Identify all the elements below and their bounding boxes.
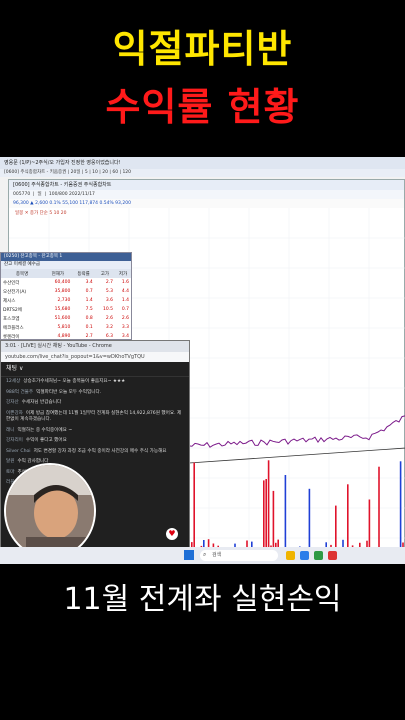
cell: 1.4 (121, 298, 129, 303)
chart-period-tab[interactable]: 일 (37, 192, 41, 197)
chat-message: 이쁜강자 이제 방금 참여했는데 11월 1일부터 전계좌 실현손익 14,922… (1, 409, 189, 426)
price-line (188, 415, 405, 448)
table-row[interactable]: 수산인더 60,400 3.4 2.7 1.6 (1, 278, 131, 287)
cell: 5.3 (105, 289, 113, 294)
chart-controls-extra: 100/800 2022/11/17 (48, 192, 95, 197)
table-row[interactable]: 제시스 2,730 1.4 3.6 1.4 (1, 296, 131, 305)
holdings-panel-tabs[interactable]: 잔고 미체결 예수금 (1, 261, 131, 269)
cell: 4.4 (121, 289, 129, 294)
cell: 3.3 (121, 325, 129, 330)
chat-username[interactable]: Silver Choi (6, 449, 31, 454)
chat-username[interactable]: 강자산 (6, 400, 19, 405)
cell: 3.4 (85, 280, 93, 285)
chat-message: 강자산 수세자님 반갑습니다 (1, 398, 189, 409)
chat-message: 래니 익절하는 중 수익중이에요 ~ (1, 426, 189, 437)
browser-title: 3:01 · [LIVE] 실시간 채팅 - YouTube - Chrome (1, 341, 189, 352)
chat-message: 12세상 상승초가수세처님~ 오늘 종목들이 좋음지요~ ★★★ (1, 377, 189, 388)
cell: 오산전기(A) (3, 289, 27, 295)
chat-text: 수익이 좋다고 했어요 (25, 438, 67, 443)
table-row[interactable]: 오산전기(A) 35,800 0.7 5.3 4.4 (1, 287, 131, 296)
cell: 0.7 (85, 289, 93, 294)
col-header[interactable]: 현재가 (43, 269, 73, 278)
cell: 1.6 (121, 280, 129, 285)
cell: 2.6 (105, 316, 113, 321)
cell: 10.5 (102, 307, 113, 312)
col-header[interactable]: 고가 (94, 269, 115, 278)
col-header[interactable]: 종목명 (1, 269, 44, 278)
chat-message: Silver Choi 저도 변경할 강자 과정 조금 수익 중이라 사전강의 매… (1, 447, 189, 458)
holdings-panel: [0250] 잔고종목 - 잔고종목 1 잔고 미체결 예수금 종목명 현재가 … (0, 252, 132, 340)
cell: 제시스 (3, 298, 16, 304)
moving-average-line (188, 447, 405, 464)
cell: 0.7 (121, 307, 129, 312)
table-row[interactable]: DRTS2에 15,680 7.5 10.5 0.7 (1, 305, 131, 314)
heart-reaction-icon[interactable]: ♥ (166, 528, 178, 540)
cell: 7.5 (85, 307, 93, 312)
cell: 35,800 (54, 289, 71, 294)
windows-start-icon[interactable] (184, 550, 194, 560)
desktop-screen: 영웅문 (1/P)~2주식/오 가입자 진정한 영웅이었습니다! [0600] … (0, 157, 405, 564)
chat-username[interactable]: 토마 (6, 470, 14, 475)
col-header[interactable]: 등락률 (72, 269, 95, 278)
person-image (6, 465, 94, 557)
streamer-webcam (4, 463, 96, 559)
col-header[interactable]: 저가 (115, 269, 131, 278)
chat-text: 익절하는 중 수익중이에요 ~ (17, 427, 73, 433)
cell: 60,400 (54, 280, 71, 285)
cell: 51,600 (54, 316, 71, 321)
taskbar-app-icon[interactable] (314, 551, 323, 560)
chat-username[interactable]: 988억 건물주 (6, 390, 33, 395)
app-window-title: 영웅문 (1/P)~2주식/오 가입자 진정한 영웅이었습니다! (0, 157, 405, 169)
browser-url-bar[interactable]: youtube.com/live_chat?is_popout=1&v=wDKh… (1, 352, 189, 362)
chat-message: 강자리이 수익이 좋다고 했어요 (1, 436, 189, 447)
cell: 0.1 (85, 325, 93, 330)
cell: 2.6 (121, 316, 129, 321)
cell: 15,680 (54, 307, 71, 312)
chat-header[interactable]: 채팅 ∨ (1, 362, 189, 377)
cell: 5,810 (57, 325, 71, 330)
cell: 2,730 (57, 298, 71, 303)
taskbar-app-icon[interactable] (300, 551, 309, 560)
stock-code-input[interactable]: 005770 (13, 192, 30, 197)
chat-text: 상승초가수세처님~ 오늘 종목들이 좋음지요~ ★★★ (23, 379, 126, 384)
chat-text: 이제 방금 참여했는데 11월 1일부터 전계좌 실현손익 14,922,876… (6, 410, 182, 423)
chat-message: 988억 건물주 익절파티반 오늘 모두 수익입니다. (1, 388, 189, 399)
taskbar-app-icon[interactable] (286, 551, 295, 560)
table-row[interactable]: 포스코엠 51,600 0.8 2.6 2.6 (1, 314, 131, 323)
chat-text: 익절파티반 오늘 모두 수익입니다. (36, 389, 102, 395)
chat-username[interactable]: 12세상 (6, 379, 20, 384)
cell: 3.6 (105, 298, 113, 303)
windows-taskbar: 검색 ⌕ (0, 547, 405, 564)
cell: 포스코엠 (3, 316, 20, 322)
overlay-title-line2: 수익률 현황 (105, 85, 300, 129)
chat-username[interactable]: 강자리이 (6, 438, 23, 443)
cell: DRTS2에 (3, 307, 22, 313)
chat-username[interactable]: 래니 (6, 428, 14, 433)
overlay-caption: 11월 전계좌 실현손익 (63, 582, 342, 617)
cell: 3.2 (105, 325, 113, 330)
chart-price-info: 96,300 ▲ 2,600 0.1% 55,100 117,874 0.54%… (9, 199, 404, 208)
holdings-panel-title: [0250] 잔고종목 - 잔고종목 1 (1, 253, 131, 261)
chat-text: 저도 변경할 강자 과정 조금 수익 중이라 사전강의 매수 주식 가능해요 (33, 448, 167, 454)
cell: 1.4 (85, 298, 93, 303)
app-toolbar[interactable]: [0600] 주식종합차트 - 키움증권 | 20일 | 5 | 10 | 20… (0, 169, 405, 177)
chat-username[interactable]: 달원 (6, 459, 14, 464)
chart-window-title: [0600] 주식종합차트 - 키움증권 주식종합차트 (9, 180, 404, 190)
chart-controls: 005770 | 일 | 100/800 2022/11/17 (9, 190, 404, 199)
taskbar-search-input[interactable]: 검색 (200, 550, 278, 561)
cell: 0.8 (85, 316, 93, 321)
table-row[interactable]: 에코플러스 5,810 0.1 3.2 3.3 (1, 323, 131, 332)
cell: 수산인더 (3, 280, 20, 286)
chat-text: 수세자님 반갑습니다 (21, 400, 62, 405)
cell: 2.7 (105, 280, 113, 285)
holdings-table: 종목명 현재가 등락률 고가 저가 수산인더 60,400 3.4 2.7 1.6 오산… (1, 269, 131, 341)
cell: 에코플러스 (3, 325, 24, 331)
search-icon: ⌕ (203, 551, 207, 558)
chat-username[interactable]: 이쁜강자 (6, 411, 23, 416)
chat-message: 달원 수익 감사합니다 (1, 457, 189, 468)
taskbar-app-icon[interactable] (328, 551, 337, 560)
overlay-title-line1: 익절파티반 (112, 27, 293, 71)
